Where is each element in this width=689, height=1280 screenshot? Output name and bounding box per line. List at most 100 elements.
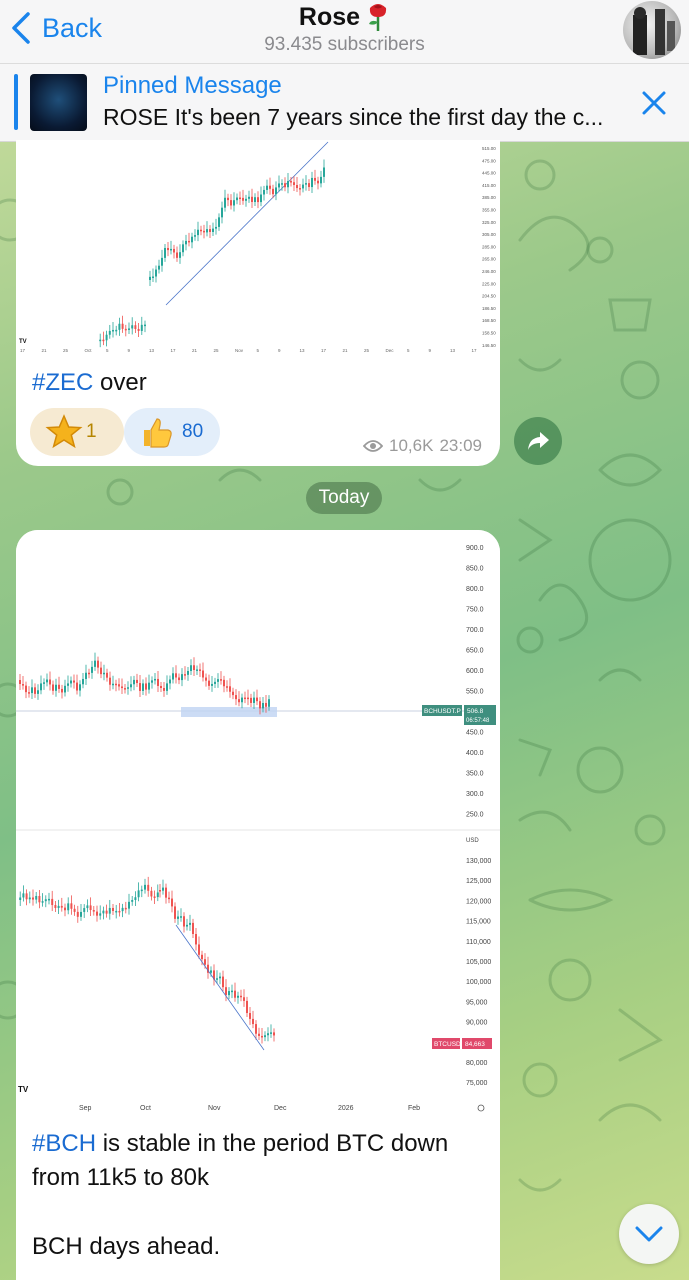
- zec-candle: [105, 334, 108, 341]
- zec-candle: [233, 200, 235, 206]
- scroll-down-button[interactable]: [619, 1204, 679, 1264]
- bch-candle: [136, 679, 138, 684]
- reaction-thumbs-up[interactable]: 80: [124, 408, 220, 456]
- zec-logo: TV: [19, 339, 27, 345]
- btc-x-tick: 2026: [338, 1105, 354, 1112]
- btc-candle: [73, 908, 76, 912]
- btc-candle: [183, 916, 185, 927]
- btc-candle: [112, 907, 114, 912]
- close-icon[interactable]: [639, 88, 669, 118]
- zec-text: over: [93, 369, 147, 396]
- zec-x-tick: Oct: [85, 348, 93, 353]
- bch-candle: [190, 665, 192, 671]
- zec-candle: [161, 257, 163, 266]
- bch-candle: [157, 678, 159, 686]
- zec-candle: [203, 230, 205, 233]
- btc-candle: [51, 898, 54, 906]
- zec-candle: [314, 177, 316, 181]
- zec-candle: [281, 183, 283, 185]
- btc-logo: TV: [18, 1085, 29, 1094]
- bch-candle: [130, 684, 132, 688]
- bch-candle: [205, 677, 207, 681]
- btc-candle: [57, 905, 60, 908]
- zec-candle: [287, 181, 289, 188]
- message-bubble-zec[interactable]: 515.00 475.00 445.00 415.00 385.00 355.00 325.…: [16, 140, 500, 466]
- zec-x-tick: 13: [300, 348, 306, 353]
- bch-candle: [91, 666, 93, 673]
- btc-y-tick: 130,000: [466, 858, 491, 865]
- btc-candle: [22, 893, 25, 898]
- btc-y-tick: 120,000: [466, 898, 491, 905]
- zec-candle: [239, 197, 241, 200]
- bch-candle: [151, 680, 153, 683]
- zec-candle: [164, 247, 166, 258]
- btc-candle: [249, 1013, 251, 1019]
- message-bubble-bch[interactable]: 900.0 850.0 800.0 750.0 700.0 650.0 600.0 550.0…: [16, 530, 500, 1280]
- bch-candle: [31, 687, 33, 694]
- forward-button[interactable]: [514, 417, 562, 465]
- bch-candle: [40, 683, 42, 691]
- btc-candle: [189, 922, 191, 925]
- bch-y-tick: 700.0: [466, 627, 484, 634]
- btc-y-tick: 100,000: [466, 979, 491, 986]
- bch-candle: [133, 679, 135, 685]
- bch-candle: [73, 680, 75, 683]
- bch-candle: [139, 683, 141, 691]
- pinned-message-bar[interactable]: Pinned Message ROSE It's been 7 years si…: [0, 64, 689, 142]
- hashtag-zec[interactable]: #ZEC: [32, 369, 93, 396]
- zec-candle: [121, 323, 124, 329]
- bch-candle: [172, 673, 174, 680]
- btc-candle: [118, 910, 121, 913]
- zec-candle: [206, 229, 208, 233]
- zec-x-tick: 5: [407, 348, 410, 353]
- btc-candle: [171, 898, 173, 907]
- zec-x-tick: 21: [343, 348, 349, 353]
- hashtag-bch[interactable]: #BCH: [32, 1130, 96, 1157]
- btc-candle: [231, 990, 233, 993]
- zec-y-tick: 246.00: [482, 269, 496, 274]
- bch-candle: [124, 688, 126, 690]
- zec-candle: [118, 323, 121, 330]
- bch-candle: [262, 702, 264, 709]
- btc-candle: [35, 895, 38, 900]
- btc-y-tick: 105,000: [466, 959, 491, 966]
- bch-candle: [70, 680, 72, 684]
- btc-candle: [67, 903, 70, 911]
- bch-btc-chart-image[interactable]: 900.0 850.0 800.0 750.0 700.0 650.0 600.0 550.0…: [16, 530, 500, 1116]
- bch-candle: [196, 669, 198, 671]
- bch-candle: [37, 690, 39, 694]
- chevron-down-icon: [635, 1226, 663, 1242]
- bch-candle: [214, 681, 216, 684]
- bch-candle: [226, 686, 228, 688]
- channel-info[interactable]: Rose 93.435 subscribers: [0, 0, 689, 56]
- zec-chart-image[interactable]: 515.00 475.00 445.00 415.00 385.00 355.00 325.…: [16, 140, 500, 358]
- btc-candle: [204, 959, 206, 965]
- bch-candle: [145, 683, 147, 690]
- zec-candle: [137, 328, 140, 331]
- zec-y-tick: 445.00: [482, 171, 496, 176]
- zec-candle: [311, 177, 313, 188]
- btc-candle: [140, 889, 143, 892]
- reaction-thumbs-up-count: 80: [182, 421, 204, 442]
- bch-candle: [106, 672, 108, 678]
- zec-candle: [320, 176, 322, 184]
- bch-candle: [250, 697, 252, 703]
- btc-candle: [198, 944, 200, 955]
- btc-x-tick: Dec: [274, 1105, 287, 1112]
- zec-candle: [269, 185, 271, 189]
- bch-candle: [46, 679, 48, 683]
- btc-candle: [48, 898, 50, 901]
- zec-candle: [227, 197, 229, 201]
- zec-candle: [128, 328, 130, 330]
- bch-candle: [232, 691, 234, 696]
- zec-candle: [305, 183, 307, 185]
- bch-candle: [127, 687, 129, 689]
- btc-candle: [99, 913, 102, 916]
- btc-y-tick: 80,000: [466, 1060, 488, 1067]
- reaction-star[interactable]: 1: [30, 408, 124, 456]
- channel-avatar[interactable]: [623, 1, 681, 59]
- zec-y-tick: 325.00: [482, 220, 496, 225]
- bch-y-tick: 900.0: [466, 545, 484, 552]
- btc-y-tick: 75,000: [466, 1080, 488, 1087]
- btc-candle: [134, 897, 137, 900]
